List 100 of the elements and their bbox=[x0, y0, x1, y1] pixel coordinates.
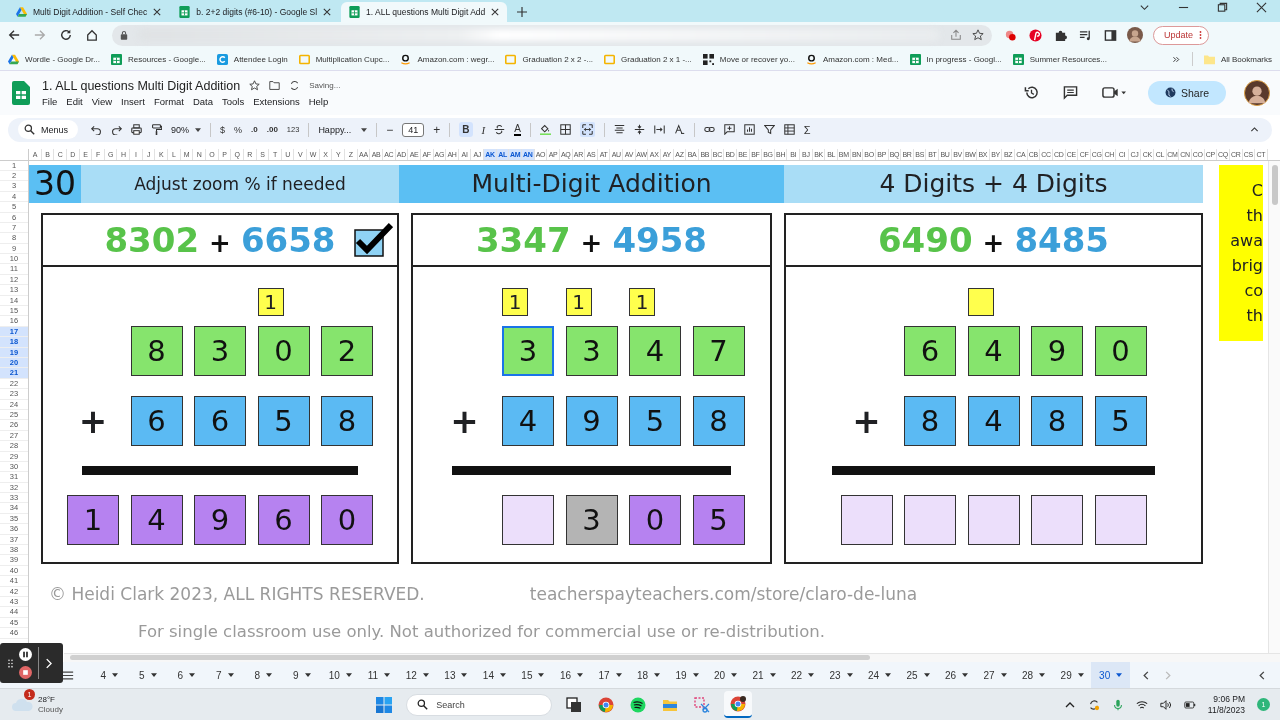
digit-box[interactable]: 4 bbox=[967, 395, 1020, 446]
answer-box[interactable]: 9 bbox=[194, 494, 246, 545]
battery-icon[interactable] bbox=[1183, 698, 1196, 711]
windows-logo-icon[interactable] bbox=[376, 696, 393, 713]
menu-item[interactable]: Format bbox=[153, 95, 184, 107]
sheet-tab[interactable]: 14 bbox=[475, 662, 514, 689]
sheet-tab[interactable]: 20 bbox=[706, 662, 745, 689]
digit-box[interactable]: 8 bbox=[130, 325, 183, 376]
menu-item[interactable]: Insert bbox=[121, 95, 145, 107]
sync-icon[interactable] bbox=[1087, 698, 1100, 711]
bookmark[interactable]: Graduation 2 x 1 -... bbox=[604, 53, 692, 65]
sheet-tab[interactable]: 12 bbox=[398, 662, 437, 689]
digit-box[interactable]: 3 bbox=[565, 325, 618, 376]
back-icon[interactable] bbox=[8, 29, 20, 42]
align-icon[interactable] bbox=[613, 124, 625, 136]
chrome-taskbar-button[interactable] bbox=[724, 691, 753, 719]
sheet-tab[interactable]: 11 bbox=[359, 662, 399, 689]
bookmark[interactable]: Wordle - Google Dr... bbox=[8, 53, 100, 65]
digit-box[interactable]: 2 bbox=[321, 325, 373, 376]
avatar-icon[interactable] bbox=[1127, 27, 1143, 44]
functions-button[interactable]: Σ bbox=[803, 123, 811, 136]
carry-box[interactable]: 1 bbox=[565, 287, 592, 316]
bookmark-folder[interactable]: All Bookmarks bbox=[1203, 53, 1272, 65]
bookmark[interactable]: Summer Resources... bbox=[1012, 53, 1108, 65]
menu-item[interactable]: View bbox=[91, 95, 113, 107]
strikethrough-icon[interactable] bbox=[494, 124, 506, 136]
redo-icon[interactable] bbox=[111, 124, 122, 136]
music-app-icon[interactable] bbox=[630, 696, 647, 713]
font-dropdown[interactable]: Happy... bbox=[318, 124, 368, 135]
zoom-dropdown[interactable]: 90% bbox=[171, 124, 202, 135]
sheet-tab[interactable]: 5 bbox=[128, 662, 168, 689]
vertical-scrollbar[interactable] bbox=[1268, 160, 1280, 654]
menu-item[interactable]: Data bbox=[192, 95, 214, 107]
pin-icon[interactable] bbox=[1029, 28, 1042, 42]
digit-box[interactable]: 4 bbox=[967, 325, 1020, 376]
sheet-tab[interactable]: 28 bbox=[1014, 662, 1053, 689]
bookmark[interactable]: Move or recover yo... bbox=[702, 53, 795, 65]
restore-icon[interactable] bbox=[1217, 2, 1228, 14]
playlist-icon[interactable] bbox=[1079, 28, 1092, 42]
answer-box[interactable]: 0 bbox=[321, 494, 373, 545]
sheet-tab[interactable]: 30 bbox=[1091, 662, 1130, 689]
star-icon[interactable] bbox=[972, 29, 984, 42]
digit-box[interactable]: 0 bbox=[1094, 325, 1147, 376]
answer-box[interactable] bbox=[904, 494, 956, 545]
digit-box[interactable]: 8 bbox=[1031, 395, 1083, 446]
sheet-tab[interactable]: 7 bbox=[205, 662, 245, 689]
vertical-align-icon[interactable] bbox=[633, 124, 645, 136]
close-icon[interactable] bbox=[323, 7, 332, 16]
bookmark[interactable]: Resources - Google... bbox=[111, 53, 206, 65]
table-view-icon[interactable] bbox=[783, 124, 795, 136]
digit-box[interactable]: 3 bbox=[502, 325, 554, 376]
sheet-tab[interactable]: 27 bbox=[975, 662, 1015, 689]
answer-box[interactable]: 0 bbox=[629, 494, 681, 545]
digit-box[interactable]: 8 bbox=[904, 395, 956, 446]
digit-box[interactable]: 3 bbox=[194, 325, 246, 376]
bookmark[interactable]: Attendee Login bbox=[216, 53, 288, 65]
sheet-tab[interactable]: 29 bbox=[1052, 662, 1092, 689]
digit-box[interactable]: 5 bbox=[257, 395, 310, 446]
digit-box[interactable]: 5 bbox=[629, 395, 681, 446]
document-title[interactable]: 1. ALL questions Multi Digit Addition bbox=[42, 78, 241, 93]
sheet-tab[interactable]: 10 bbox=[321, 662, 360, 689]
menu-search-field[interactable]: Menus bbox=[18, 120, 78, 140]
bold-button[interactable]: B bbox=[459, 122, 473, 138]
sheet-tab[interactable]: 15 bbox=[513, 662, 553, 689]
bookmark[interactable]: Amazon.com : wegr... bbox=[400, 53, 495, 65]
star-icon[interactable] bbox=[249, 80, 261, 92]
digit-box[interactable]: 6 bbox=[130, 395, 183, 446]
browser-tab[interactable]: Multi Digit Addition - Self Chec bbox=[8, 1, 170, 22]
share-button[interactable]: Share bbox=[1148, 80, 1226, 105]
sheet-tab[interactable]: 25 bbox=[898, 662, 938, 689]
answer-box[interactable]: 3 bbox=[565, 494, 618, 545]
increase-size-button[interactable]: + bbox=[433, 122, 441, 137]
chevron-double-icon[interactable] bbox=[1171, 54, 1181, 64]
italic-button[interactable]: I bbox=[481, 123, 486, 136]
bookmark[interactable]: Graduation 2 x 2 -... bbox=[505, 53, 594, 65]
digit-box[interactable]: 8 bbox=[692, 395, 745, 446]
sheet-tab[interactable]: 23 bbox=[821, 662, 861, 689]
sheet-tab[interactable]: 8 bbox=[244, 662, 283, 689]
side-panel-icon[interactable] bbox=[1104, 28, 1117, 42]
menu-item[interactable]: File bbox=[42, 95, 58, 107]
digit-box[interactable]: 4 bbox=[629, 325, 681, 376]
filter-icon[interactable] bbox=[763, 124, 775, 136]
sheet-tab[interactable]: 17 bbox=[590, 662, 630, 689]
answer-box[interactable]: 1 bbox=[67, 494, 119, 545]
video-call-icon[interactable] bbox=[1102, 85, 1126, 101]
answer-box[interactable] bbox=[967, 494, 1020, 545]
avatar-icon[interactable] bbox=[1244, 79, 1270, 106]
history-icon[interactable] bbox=[1024, 85, 1039, 101]
sheet-tab[interactable]: 6 bbox=[167, 662, 206, 689]
carry-box[interactable]: 1 bbox=[502, 287, 528, 316]
percent-button[interactable]: % bbox=[234, 124, 243, 135]
digit-box[interactable]: 7 bbox=[692, 325, 745, 376]
close-icon[interactable] bbox=[491, 7, 500, 16]
font-size-field[interactable]: 41 bbox=[402, 122, 425, 137]
digit-box[interactable]: 5 bbox=[1094, 395, 1147, 446]
clock[interactable]: 9:06 PM 11/8/2023 bbox=[1207, 693, 1245, 716]
folder-icon[interactable] bbox=[269, 80, 281, 92]
bookmark[interactable]: In progress - Googl... bbox=[909, 53, 1002, 65]
increase-decimal-button[interactable]: .00 bbox=[266, 125, 278, 135]
cloud-icon[interactable] bbox=[12, 697, 34, 712]
